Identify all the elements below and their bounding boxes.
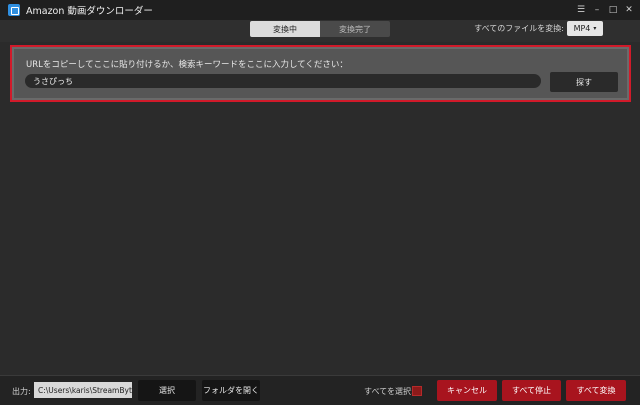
stop-all-button[interactable]: すべて停止 [502, 380, 561, 401]
output-path-field[interactable] [34, 382, 132, 398]
output-label: 出力: [12, 387, 31, 396]
footer-bar: 出力: 選択 フォルダを開く すべてを選択: キャンセル すべて停止 すべて変換 [0, 375, 640, 405]
select-folder-button[interactable]: 選択 [138, 380, 196, 401]
cancel-button[interactable]: キャンセル [437, 380, 497, 401]
url-panel-body: URLをコピーしてここに貼り付けるか、検索キーワードをここに入力してください： … [14, 49, 627, 98]
select-all-label: すべてを選択: [364, 387, 414, 396]
window-title: Amazon 動画ダウンローダー [26, 6, 153, 17]
download-list-area [0, 105, 640, 373]
window-controls: ☰ – □ ✕ [572, 0, 636, 20]
tab-converting[interactable]: 変換中 [250, 21, 320, 37]
format-select[interactable]: MP4 ▾ [567, 21, 603, 36]
close-icon[interactable]: ✕ [622, 3, 636, 17]
open-folder-button[interactable]: フォルダを開く [202, 380, 260, 401]
conversion-tabs: 変換中 変換完了 [250, 21, 390, 37]
app-icon [8, 4, 20, 16]
tab-converted[interactable]: 変換完了 [320, 21, 390, 37]
convert-all-label: すべてのファイルを変換: [474, 24, 564, 33]
url-label: URLをコピーしてここに貼り付けるか、検索キーワードをここに入力してください： [26, 60, 348, 70]
url-input[interactable] [25, 74, 541, 88]
title-bar: Amazon 動画ダウンローダー ☰ – □ ✕ [0, 0, 640, 20]
format-select-value: MP4 [573, 24, 591, 33]
select-all-checkbox[interactable] [412, 386, 422, 396]
menu-icon[interactable]: ☰ [574, 3, 588, 17]
url-panel: URLをコピーしてここに貼り付けるか、検索キーワードをここに入力してください： … [10, 45, 631, 102]
search-button[interactable]: 探す [550, 72, 618, 92]
minimize-icon[interactable]: – [590, 3, 604, 17]
toolbar: 変換中 変換完了 すべてのファイルを変換: MP4 ▾ [0, 20, 640, 42]
chevron-down-icon: ▾ [593, 25, 597, 32]
convert-all-button[interactable]: すべて変換 [566, 380, 626, 401]
maximize-icon[interactable]: □ [606, 3, 620, 17]
